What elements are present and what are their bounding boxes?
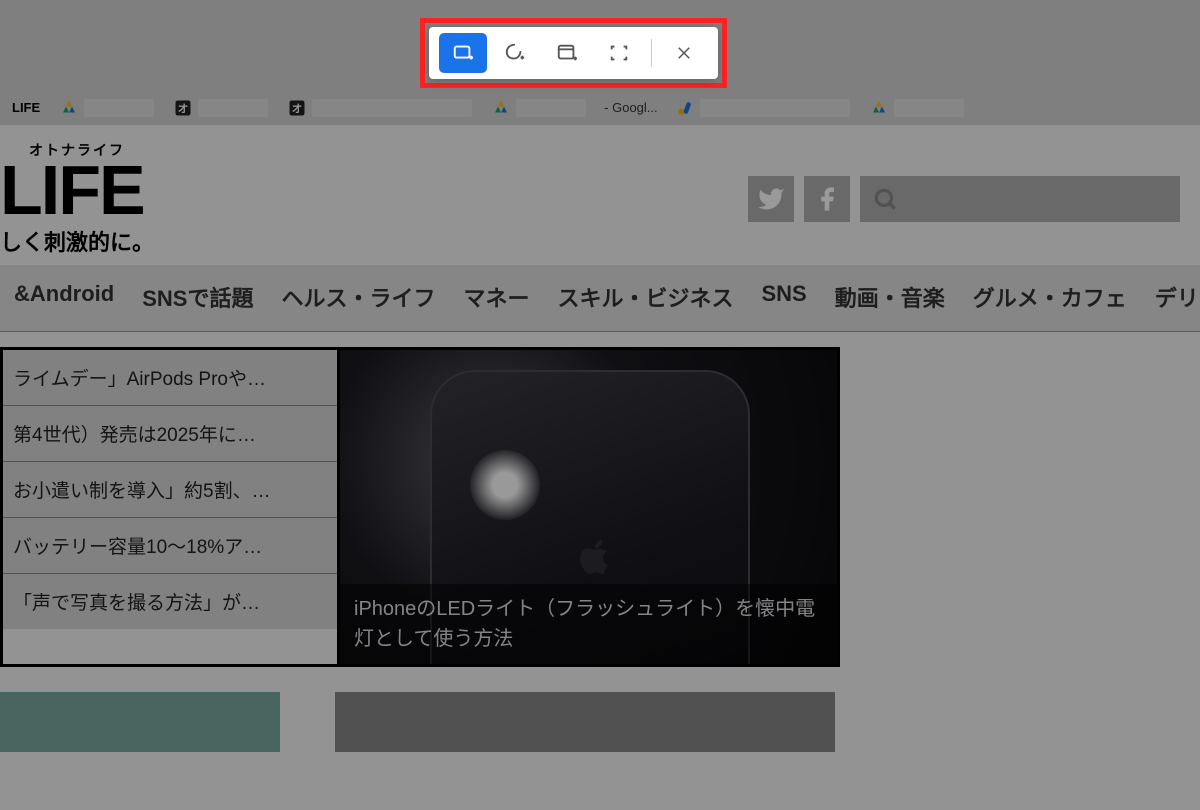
- window-select-button[interactable]: [543, 33, 591, 73]
- screenshot-toolbar: [429, 27, 718, 79]
- rectangle-select-button[interactable]: [439, 33, 487, 73]
- bookmark-item[interactable]: オ: [166, 95, 276, 121]
- bookmark-item[interactable]: [484, 95, 594, 121]
- nav-item[interactable]: &Android: [0, 275, 128, 319]
- logo-text: LIFE: [0, 150, 154, 230]
- facebook-button[interactable]: [804, 176, 850, 222]
- article-grid: ライムデー」AirPods Proや… 第4世代）発売は2025年に… お小遣い…: [0, 347, 1200, 667]
- bookmark-item[interactable]: LIFE: [4, 96, 48, 119]
- article-item[interactable]: お小遣い制を導入」約5割、…: [3, 462, 337, 518]
- window-select-icon: [556, 42, 578, 64]
- nav-item[interactable]: SNS: [748, 275, 821, 319]
- bookmark-bar: LIFE オ オ - Googl...: [0, 90, 1200, 125]
- bookmark-item[interactable]: オ: [280, 95, 480, 121]
- drive-icon: [492, 99, 510, 117]
- bookmark-item[interactable]: [862, 95, 972, 121]
- feature-caption: iPhoneのLEDライト（フラッシュライト）を懐中電灯として使う方法: [340, 584, 837, 664]
- bookmark-label: [894, 99, 964, 117]
- nav-item[interactable]: SNSで話題: [128, 275, 267, 319]
- article-list: ライムデー」AirPods Proや… 第4世代）発売は2025年に… お小遣い…: [0, 347, 340, 667]
- article-item[interactable]: バッテリー容量10～18%ア…: [3, 518, 337, 574]
- screenshot-toolbar-highlight: [420, 18, 727, 88]
- nav-menu: &Android SNSで話題 ヘルス・ライフ マネー スキル・ビジネス SNS…: [0, 265, 1200, 332]
- square-icon: オ: [174, 99, 192, 117]
- nav-item[interactable]: グルメ・カフェ: [959, 275, 1141, 319]
- bookmark-item[interactable]: [668, 95, 858, 121]
- header-actions: [748, 176, 1180, 222]
- site-logo[interactable]: オトナライフ LIFE しく刺激的に。: [0, 140, 154, 257]
- twitter-button[interactable]: [748, 176, 794, 222]
- freeform-select-icon: [504, 42, 526, 64]
- square-icon: オ: [288, 99, 306, 117]
- thumbnail[interactable]: [0, 692, 280, 752]
- nav-item[interactable]: 動画・音楽: [821, 275, 959, 319]
- article-item[interactable]: ライムデー」AirPods Proや…: [3, 350, 337, 406]
- freeform-select-button[interactable]: [491, 33, 539, 73]
- bookmark-item[interactable]: [52, 95, 162, 121]
- close-icon: [675, 44, 693, 62]
- apple-logo-icon: [570, 530, 620, 590]
- close-button[interactable]: [660, 33, 708, 73]
- nav-item[interactable]: デリ: [1141, 275, 1200, 319]
- svg-text:オ: オ: [178, 102, 189, 114]
- bookmark-label: [84, 99, 154, 117]
- rectangle-select-icon: [452, 42, 474, 64]
- toolbar-divider: [651, 39, 652, 67]
- nav-item[interactable]: スキル・ビジネス: [543, 275, 747, 319]
- logo-tagline: しく刺激的に。: [0, 225, 154, 257]
- bookmark-label: [312, 99, 472, 117]
- nav-item[interactable]: マネー: [449, 275, 543, 319]
- drive-icon: [60, 99, 78, 117]
- fullscreen-select-icon: [608, 42, 630, 64]
- page-content: オトナライフ LIFE しく刺激的に。 &Android SNSで話題 ヘルス・…: [0, 125, 1200, 810]
- fullscreen-select-button[interactable]: [595, 33, 643, 73]
- header: オトナライフ LIFE しく刺激的に。: [0, 125, 1200, 265]
- bookmark-text: - Googl...: [598, 100, 663, 115]
- bookmark-label: [198, 99, 268, 117]
- nav-item[interactable]: ヘルス・ライフ: [267, 275, 449, 319]
- thumbnail[interactable]: [335, 692, 835, 752]
- svg-text:オ: オ: [292, 102, 303, 114]
- flash-glow: [470, 450, 540, 520]
- search-input[interactable]: [860, 176, 1180, 222]
- article-item[interactable]: 第4世代）発売は2025年に…: [3, 406, 337, 462]
- thumb-row: [0, 692, 1200, 752]
- feature-article[interactable]: iPhoneのLEDライト（フラッシュライト）を懐中電灯として使う方法: [340, 347, 840, 667]
- search-icon: [872, 186, 898, 212]
- drive-icon: [870, 99, 888, 117]
- bookmark-label: [516, 99, 586, 117]
- bookmark-label: LIFE: [12, 100, 40, 115]
- bookmark-label: [700, 99, 850, 117]
- article-item[interactable]: 「声で写真を撮る方法」が…: [3, 574, 337, 629]
- ads-icon: [676, 99, 694, 117]
